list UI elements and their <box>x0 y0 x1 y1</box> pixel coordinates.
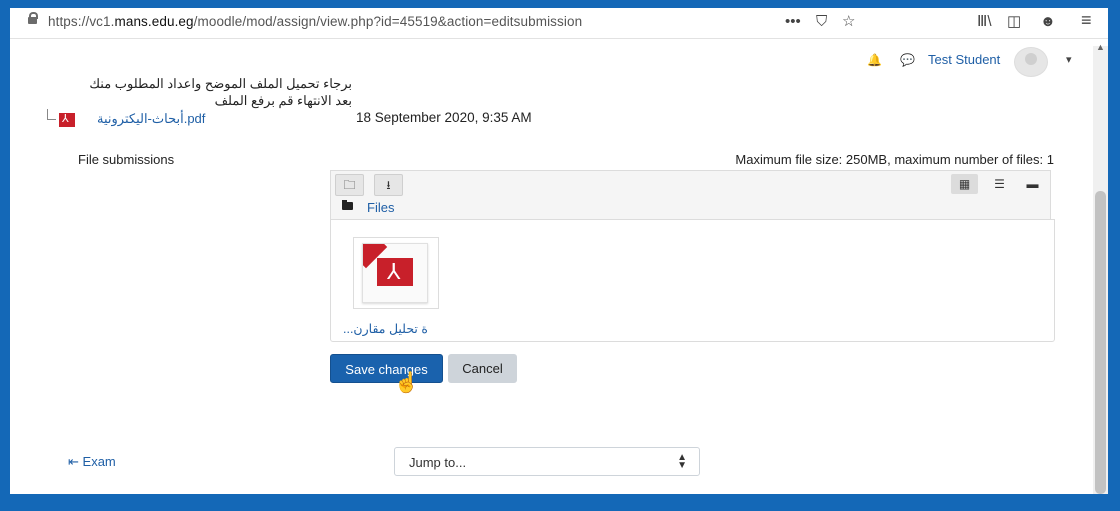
bell-icon[interactable]: 🔔 <box>867 51 882 69</box>
moodle-navbar: 🔔 💬 Test Student ▾ <box>10 39 1108 79</box>
scroll-up-arrow-icon[interactable]: ▲ <box>1096 42 1105 52</box>
instructions-line: بعد الانتهاء قم برفع الملف <box>214 93 352 108</box>
max-file-size-info: Maximum file size: 250MB, maximum number… <box>735 152 1054 167</box>
tree-folder-icon: ▬ <box>1026 177 1039 191</box>
uploaded-file-name[interactable]: ...ة تحليل مقارن <box>343 321 428 336</box>
filepicker-path: Files <box>330 197 1051 220</box>
filepicker-dropzone[interactable]: ...ة تحليل مقارن <box>330 219 1055 342</box>
chevron-down-icon[interactable]: ▾ <box>1066 51 1072 69</box>
sidebar-icon[interactable]: ◫ <box>1007 13 1021 31</box>
previous-activity-link[interactable]: ⇤ Exam <box>68 454 116 470</box>
hand-cursor-icon: ☝ <box>394 372 419 394</box>
lock-icon <box>28 12 38 24</box>
attachment-link[interactable]: أبحاث-اليكترونية.pdf <box>97 111 205 127</box>
view-icons-button[interactable]: ▦ <box>951 174 978 194</box>
pdf-file-icon <box>59 112 75 127</box>
url-text[interactable]: https://vc1.mans.edu.eg/moodle/mod/assig… <box>48 14 582 29</box>
account-icon[interactable]: ☻ <box>1040 13 1056 31</box>
assignment-instructions: برجاء تحميل الملف الموضح واعداد المطلوب … <box>30 75 352 109</box>
bookmark-star-icon[interactable]: ☆ <box>842 13 855 31</box>
view-tree-button[interactable]: ▬ <box>1019 174 1046 194</box>
jump-to-label: Jump to... <box>409 455 467 470</box>
grid-icon: ▦ <box>958 177 971 191</box>
list-icon: ☰ <box>994 177 1005 191</box>
view-list-button[interactable]: ☰ <box>986 174 1013 194</box>
jump-to-select[interactable]: Jump to... ▲ ▼ <box>394 447 700 476</box>
path-files-link[interactable]: Files <box>367 200 394 215</box>
library-icon[interactable]: Ⅲ\ <box>977 13 992 31</box>
pocket-icon[interactable]: ⛉ <box>816 13 827 31</box>
cancel-button[interactable]: Cancel <box>448 354 517 383</box>
attachment-date: 18 September 2020, 9:35 AM <box>356 110 532 125</box>
instructions-line: برجاء تحميل الملف الموضح واعداد المطلوب … <box>89 76 352 91</box>
avatar[interactable] <box>1014 47 1048 77</box>
download-all-button[interactable]: ⭳ <box>374 174 403 196</box>
save-changes-button[interactable]: Save changes <box>330 354 443 383</box>
chat-icon[interactable]: 💬 <box>900 51 915 69</box>
folder-icon <box>342 200 353 210</box>
file-thumbnail[interactable] <box>353 237 439 309</box>
menu-icon[interactable]: ≡ <box>1081 11 1092 29</box>
create-folder-button[interactable]: 🗀 <box>335 174 364 196</box>
select-arrows-icon: ▲ ▼ <box>677 452 687 471</box>
tree-connector <box>47 109 56 120</box>
download-icon: ⭳ <box>386 178 391 192</box>
scrollbar-thumb[interactable] <box>1095 191 1106 494</box>
folder-icon: 🗀 <box>343 178 356 192</box>
arrow-left-icon: ⇤ <box>68 454 79 469</box>
browser-toolbar: https://vc1.mans.edu.eg/moodle/mod/assig… <box>10 8 1108 39</box>
page-actions-icon[interactable]: ••• <box>785 13 801 31</box>
filepicker-toolbar: 🗀 ⭳ ▦ ☰ ▬ <box>330 170 1051 198</box>
user-name[interactable]: Test Student <box>928 52 1000 67</box>
browser-window: https://vc1.mans.edu.eg/moodle/mod/assig… <box>10 8 1108 494</box>
pdf-file-icon <box>362 243 428 303</box>
address-bar[interactable]: https://vc1.mans.edu.eg/moodle/mod/assig… <box>22 12 876 34</box>
file-submissions-label: File submissions <box>78 152 175 167</box>
